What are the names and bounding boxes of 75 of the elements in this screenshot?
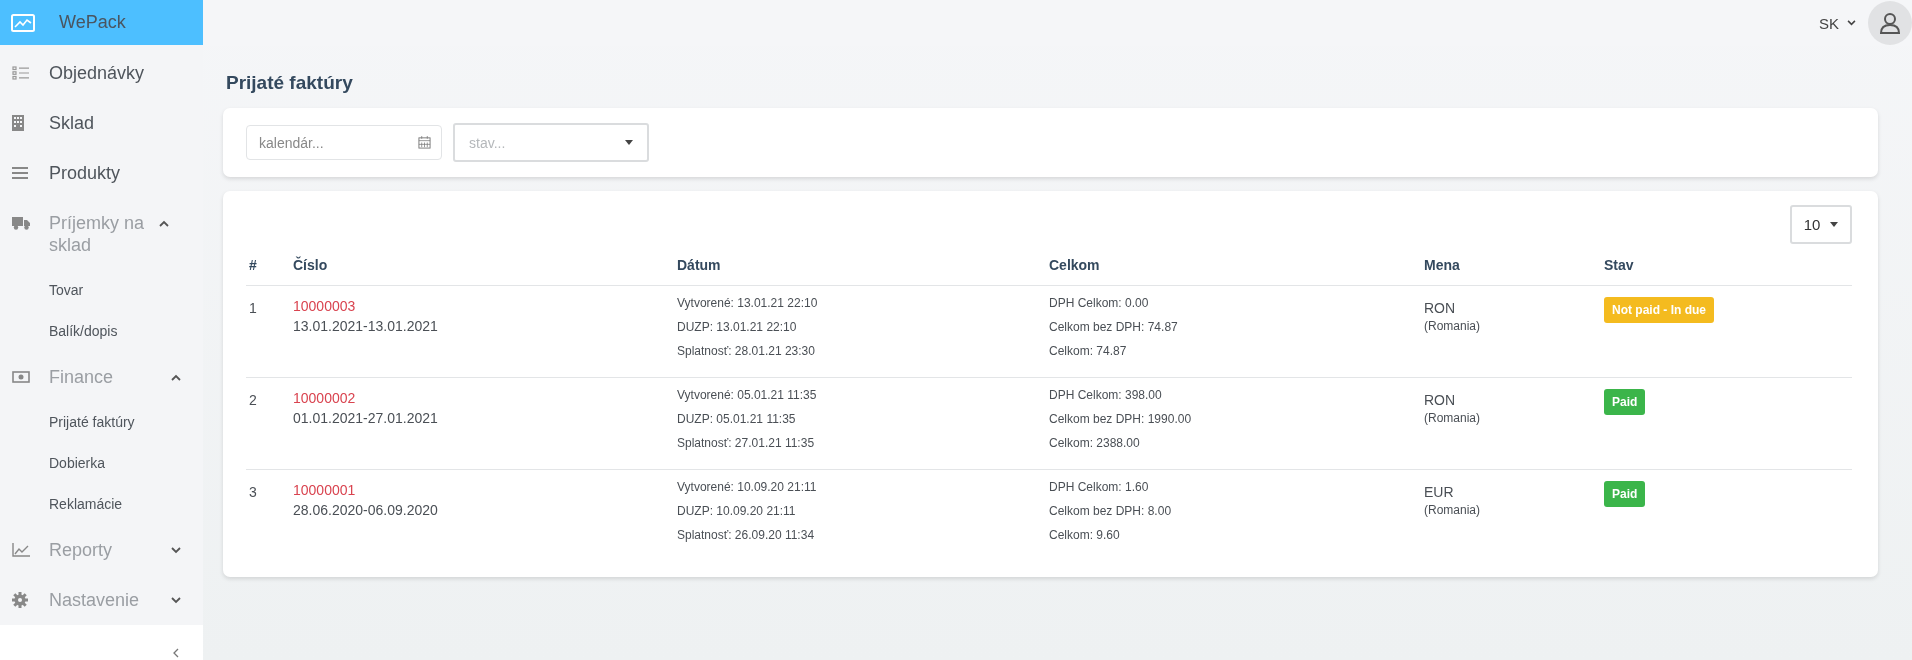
status-badge: Paid [1604,481,1646,507]
date-detail: DUZP: 10.09.20 21:11 [677,503,797,520]
status-badge: Paid [1604,389,1646,415]
invoice-period: 01.01.2021-27.01.2021 [293,409,439,428]
total-detail: Celkom bez DPH: 8.00 [1049,503,1173,520]
page-title: Prijaté faktúry [226,72,354,94]
chevron-down-icon [171,597,181,605]
language-dropdown[interactable]: SK [1819,14,1856,32]
total-detail: DPH Celkom: 398.00 [1049,387,1163,404]
total-detail: DPH Celkom: 0.00 [1049,295,1150,312]
caret-down-icon [1830,222,1839,227]
list-icon [12,66,30,81]
banknote-icon [12,371,30,384]
date-detail: DUZP: 05.01.21 11:35 [677,411,797,428]
currency-code: RON [1424,299,1457,318]
date-detail: DUZP: 13.01.21 22:10 [677,319,798,336]
menu-item[interactable]: Objednávky [0,48,203,99]
column-header: Celkom [1049,257,1100,273]
submenu-item[interactable]: Dobierka [0,443,203,485]
submenu-item[interactable]: Balík/dopis [0,311,203,353]
row-number: 3 [249,484,257,500]
currency-country: (Romania) [1424,319,1481,333]
building-icon [12,115,24,132]
chevron-up-icon [159,220,169,228]
submenu-item[interactable]: Tovar [0,270,203,312]
invoice-period: 28.06.2020-06.09.2020 [293,501,439,520]
menu-icon [12,167,28,180]
user-avatar[interactable] [1868,1,1912,45]
date-picker[interactable]: kalendár... [246,125,442,160]
total-detail: Celkom: 74.87 [1049,343,1128,360]
chevron-up-icon [171,374,181,382]
column-header: Číslo [293,257,328,273]
total-detail: Celkom: 2388.00 [1049,435,1141,452]
line-chart-icon [12,543,30,558]
currency-code: EUR [1424,483,1455,502]
currency-code: RON [1424,391,1457,410]
invoice-link[interactable]: 10000001 [293,481,677,499]
date-detail: Splatnosť: 26.09.20 11:34 [677,527,816,544]
date-detail: Vytvorené: 13.01.21 22:10 [677,295,819,312]
row-number: 2 [249,392,257,408]
total-detail: Celkom: 9.60 [1049,527,1121,544]
brand-name: WePack [59,12,126,34]
settings-icon [12,592,28,609]
truck-icon [12,216,30,231]
currency-country: (Romania) [1424,411,1481,425]
currency-country: (Romania) [1424,503,1481,517]
chevron-down-icon [171,547,181,555]
column-header: Stav [1604,257,1634,273]
date-detail: Splatnosť: 28.01.21 23:30 [677,343,816,360]
caret-down-icon [625,140,633,145]
date-detail: Vytvorené: 10.09.20 21:11 [677,479,818,496]
column-header: # [249,257,257,273]
submenu-item[interactable]: Prijaté faktúry [0,402,203,444]
menu-item[interactable]: Produkty [0,148,203,199]
column-header: Dátum [677,257,721,273]
menu-item[interactable]: Sklad [0,98,203,149]
chart-icon [11,13,35,32]
date-detail: Vytvorené: 05.01.21 11:35 [677,387,818,404]
invoice-period: 13.01.2021-13.01.2021 [293,317,439,336]
invoice-link[interactable]: 10000002 [293,389,677,407]
invoice-link[interactable]: 10000003 [293,297,677,315]
date-detail: Splatnosť: 27.01.21 11:35 [677,435,816,452]
total-detail: DPH Celkom: 1.60 [1049,479,1150,496]
submenu-item[interactable]: Reklamácie [0,484,203,526]
total-detail: Celkom bez DPH: 74.87 [1049,319,1179,336]
brand-bar[interactable]: WePack [0,0,203,46]
total-detail: Celkom bez DPH: 1990.00 [1049,411,1193,428]
calendar-icon [418,136,431,149]
row-number: 1 [249,300,257,316]
chevron-left-icon[interactable] [172,648,179,658]
status-badge: Not paid - In due [1604,297,1714,323]
column-header: Mena [1424,257,1460,273]
chevron-down-icon [1847,20,1856,26]
page-size-dropdown[interactable]: 10 [1790,205,1852,244]
user-icon [1878,11,1902,35]
